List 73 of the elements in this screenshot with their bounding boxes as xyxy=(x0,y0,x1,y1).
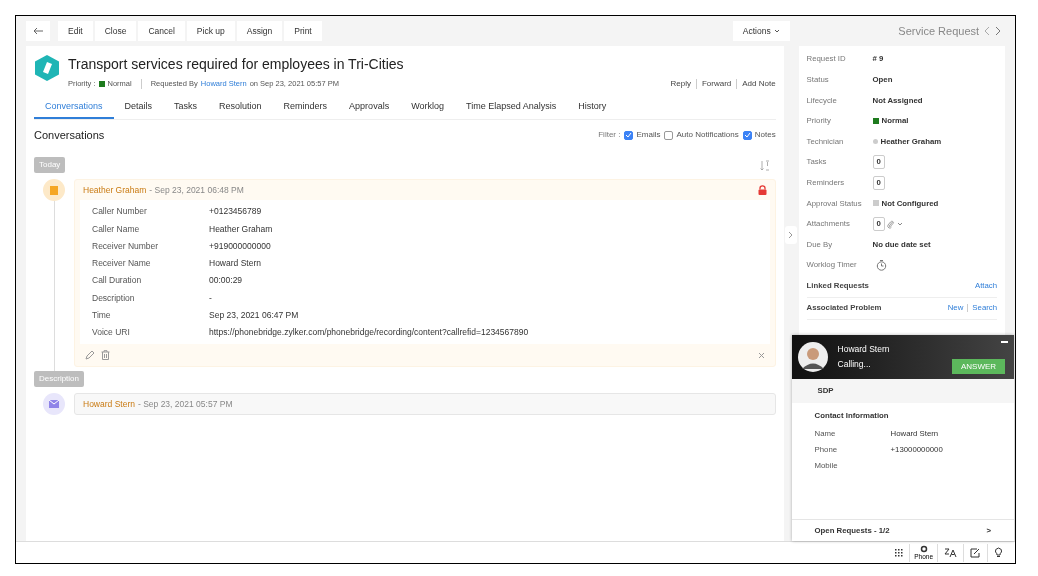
header-action[interactable]: Add Note xyxy=(742,78,776,90)
field-label: Call Duration xyxy=(92,274,143,288)
field-label: Description xyxy=(92,291,136,305)
tab[interactable]: Reminders xyxy=(272,97,339,119)
caret-icon[interactable] xyxy=(896,222,903,227)
caller-name: Howard Stern xyxy=(837,343,890,356)
toolbar-button[interactable]: Pick up xyxy=(186,21,235,41)
tab[interactable]: Resolution xyxy=(208,97,273,119)
ticket-icon xyxy=(34,54,60,82)
author-name: Howard Stern xyxy=(83,398,135,411)
field-value: +0123456789 xyxy=(209,205,262,218)
tab[interactable]: Conversations xyxy=(34,97,114,119)
checkbox[interactable] xyxy=(624,130,634,140)
field-label: Receiver Name xyxy=(92,257,152,270)
edit-note-icon[interactable] xyxy=(970,547,981,558)
author-name: Heather Graham xyxy=(83,183,147,197)
stopwatch-icon[interactable] xyxy=(875,259,887,272)
header-action[interactable]: Forward xyxy=(701,78,732,90)
lightbulb-icon[interactable] xyxy=(994,547,1003,558)
back-button[interactable] xyxy=(26,21,50,41)
tab[interactable]: Approvals xyxy=(338,97,401,119)
filter-label: Filter : xyxy=(598,129,621,141)
header-action[interactable]: Reply xyxy=(670,78,691,90)
dialpad-icon[interactable] xyxy=(893,547,904,558)
field-value: +919000000000 xyxy=(209,239,271,253)
toolbar-button[interactable]: Cancel xyxy=(138,21,185,41)
translate-icon[interactable] xyxy=(944,547,957,558)
checkbox-label: Notes xyxy=(754,129,776,141)
field-value: 00:00:29 xyxy=(209,274,243,288)
field-value: Heather Graham xyxy=(209,222,273,236)
avatar xyxy=(797,342,828,372)
paperclip-icon[interactable] xyxy=(886,219,895,229)
entry-date: - Sep 23, 2021 05:57 PM xyxy=(137,398,233,411)
request-title: Transport services required for employees in Tri-Cities xyxy=(68,55,405,74)
toolbar-button[interactable]: Print xyxy=(284,21,322,41)
field-label: Voice URI xyxy=(92,326,131,340)
toolbar-button[interactable]: Assign xyxy=(236,21,283,41)
back-arrow-icon xyxy=(32,27,44,35)
field-value: Howard Stern xyxy=(209,257,261,270)
tab[interactable]: History xyxy=(567,97,618,119)
tab[interactable]: Worklog xyxy=(400,97,455,119)
field-label: Caller Name xyxy=(92,222,141,236)
field-label: Receiver Number xyxy=(92,239,160,253)
next-icon[interactable] xyxy=(995,26,1002,36)
module-title: Service Request xyxy=(898,23,980,39)
field-value: https://phonebridge.zylker.com/phonebridge/recording/content?callrefid=1234567890 xyxy=(209,326,529,340)
toolbar-button[interactable]: Close xyxy=(94,21,137,41)
checkbox-label: Emails xyxy=(636,129,661,141)
sort-icon[interactable] xyxy=(759,159,770,171)
entry-date: - Sep 23, 2021 06:48 PM xyxy=(149,183,244,197)
caret-icon xyxy=(773,29,780,33)
field-label: Caller Number xyxy=(92,205,148,218)
tab[interactable]: Tasks xyxy=(163,97,209,119)
timeline-label: Today xyxy=(34,157,66,173)
minimize-icon[interactable] xyxy=(1001,341,1009,343)
checkbox-label: Auto Notifications xyxy=(676,129,739,141)
toolbar-button[interactable]: Edit xyxy=(58,21,93,41)
pencil-icon[interactable] xyxy=(85,350,95,361)
actions-button[interactable]: Actions xyxy=(732,21,790,41)
tab[interactable]: Details xyxy=(113,97,164,119)
call-status: Calling... xyxy=(837,358,872,371)
field-label: Time xyxy=(92,309,112,322)
tab[interactable]: Time Elapsed Analysis xyxy=(455,97,568,119)
envelope-icon xyxy=(43,393,65,416)
trash-icon[interactable] xyxy=(101,350,110,361)
checkbox[interactable] xyxy=(742,130,752,140)
field-value: Sep 23, 2021 06:47 PM xyxy=(209,309,299,322)
close-icon[interactable] xyxy=(757,351,765,359)
field-value: - xyxy=(209,291,212,305)
section-title: Conversations xyxy=(34,127,105,143)
note-icon xyxy=(43,179,65,201)
checkbox[interactable] xyxy=(664,130,674,140)
previous-icon[interactable] xyxy=(984,26,991,36)
